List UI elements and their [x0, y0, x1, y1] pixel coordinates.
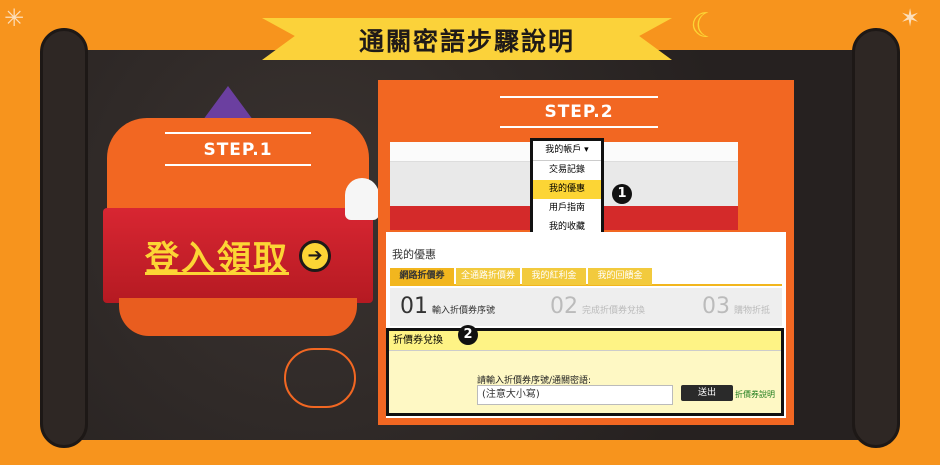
redeem-step-1: 01 輸入折價券序號	[400, 288, 495, 326]
cobweb-icon: ✳	[4, 4, 25, 32]
redeem-step-1-num: 01	[400, 294, 428, 319]
step1-label: STEP.1	[203, 140, 273, 160]
coupon-exchange-title: 折價券兌換	[389, 331, 781, 351]
dropdown-item-transactions[interactable]: 交易記錄	[533, 161, 601, 180]
redeem-step-2: 02 完成折價券兌換	[550, 288, 645, 326]
witch-icon: ☾	[690, 6, 721, 46]
tab-online-coupons[interactable]: 網路折價券	[390, 268, 454, 285]
offers-title: 我的優惠	[392, 248, 436, 261]
scroll-roll-left	[40, 28, 88, 448]
redeem-step-3-text: 購物折抵	[734, 306, 771, 316]
step-badge-1: 1	[612, 184, 632, 204]
step1-card: STEP.1 登入領取 ➔	[103, 118, 373, 336]
ghost-icon	[345, 178, 379, 220]
dropdown-item-user-guide[interactable]: 用戶指南	[533, 199, 601, 218]
submit-button[interactable]: 送出	[681, 385, 733, 401]
redeem-steps: 01 輸入折價券序號 02 完成折價券兌換 03 購物折抵	[390, 288, 782, 326]
redeem-step-2-num: 02	[550, 294, 578, 319]
dropdown-item-my-offers[interactable]: 我的優惠	[533, 180, 601, 199]
redeem-step-3: 03 購物折抵	[702, 288, 770, 326]
step2-line-bottom	[500, 126, 658, 128]
coupon-code-input[interactable]: (注意大小寫)	[477, 385, 673, 405]
account-dropdown[interactable]: 我的帳戶 ▾ 交易記錄 我的優惠 用戶指南 我的收藏	[530, 138, 604, 240]
tab-omnichannel-coupons[interactable]: 全通路折價券	[456, 268, 520, 285]
step1-line-top	[165, 132, 311, 134]
tab-cashback[interactable]: 我的回饋金	[588, 268, 652, 285]
tab-bonus-points[interactable]: 我的紅利金	[522, 268, 586, 285]
login-claim-label: 登入領取	[145, 239, 289, 279]
spider-icon: ✶	[900, 4, 921, 32]
my-offers-panel: 我的優惠 網路折價券 全通路折價券 我的紅利金 我的回饋金 01 輸入折價券序號 …	[386, 232, 786, 418]
step-badge-2: 2	[458, 325, 478, 345]
pumpkin-base	[119, 298, 357, 336]
jack-o-lantern-icon	[284, 348, 356, 408]
promo-page: ✳ ✶ 通關密語步驟說明 ☾ STEP.1 登入領取 ➔ STEP.2 我的帳戶…	[0, 0, 940, 465]
account-dropdown-header[interactable]: 我的帳戶 ▾	[533, 141, 601, 161]
arrow-right-icon[interactable]: ➔	[299, 239, 331, 272]
offers-tabs: 網路折價券 全通路折價券 我的紅利金 我的回饋金	[390, 268, 782, 286]
scroll-roll-right	[852, 28, 900, 448]
step2-label: STEP.2	[544, 102, 614, 122]
login-claim-button[interactable]: 登入領取 ➔	[103, 208, 373, 303]
redeem-step-3-num: 03	[702, 294, 730, 319]
step1-line-bottom	[165, 164, 311, 166]
page-title: 通關密語步驟說明	[358, 27, 575, 56]
redeem-step-2-text: 完成折價券兌換	[582, 306, 646, 316]
coupon-help-link[interactable]: 折價券說明	[735, 389, 775, 400]
title-banner: 通關密語步驟說明	[262, 18, 672, 60]
step2-line-top	[500, 96, 658, 98]
coupon-exchange-box: 折價券兌換 請輸入折價券序號/通關密語: (注意大小寫) 送出 折價券說明	[386, 328, 784, 416]
redeem-step-1-text: 輸入折價券序號	[432, 306, 496, 316]
